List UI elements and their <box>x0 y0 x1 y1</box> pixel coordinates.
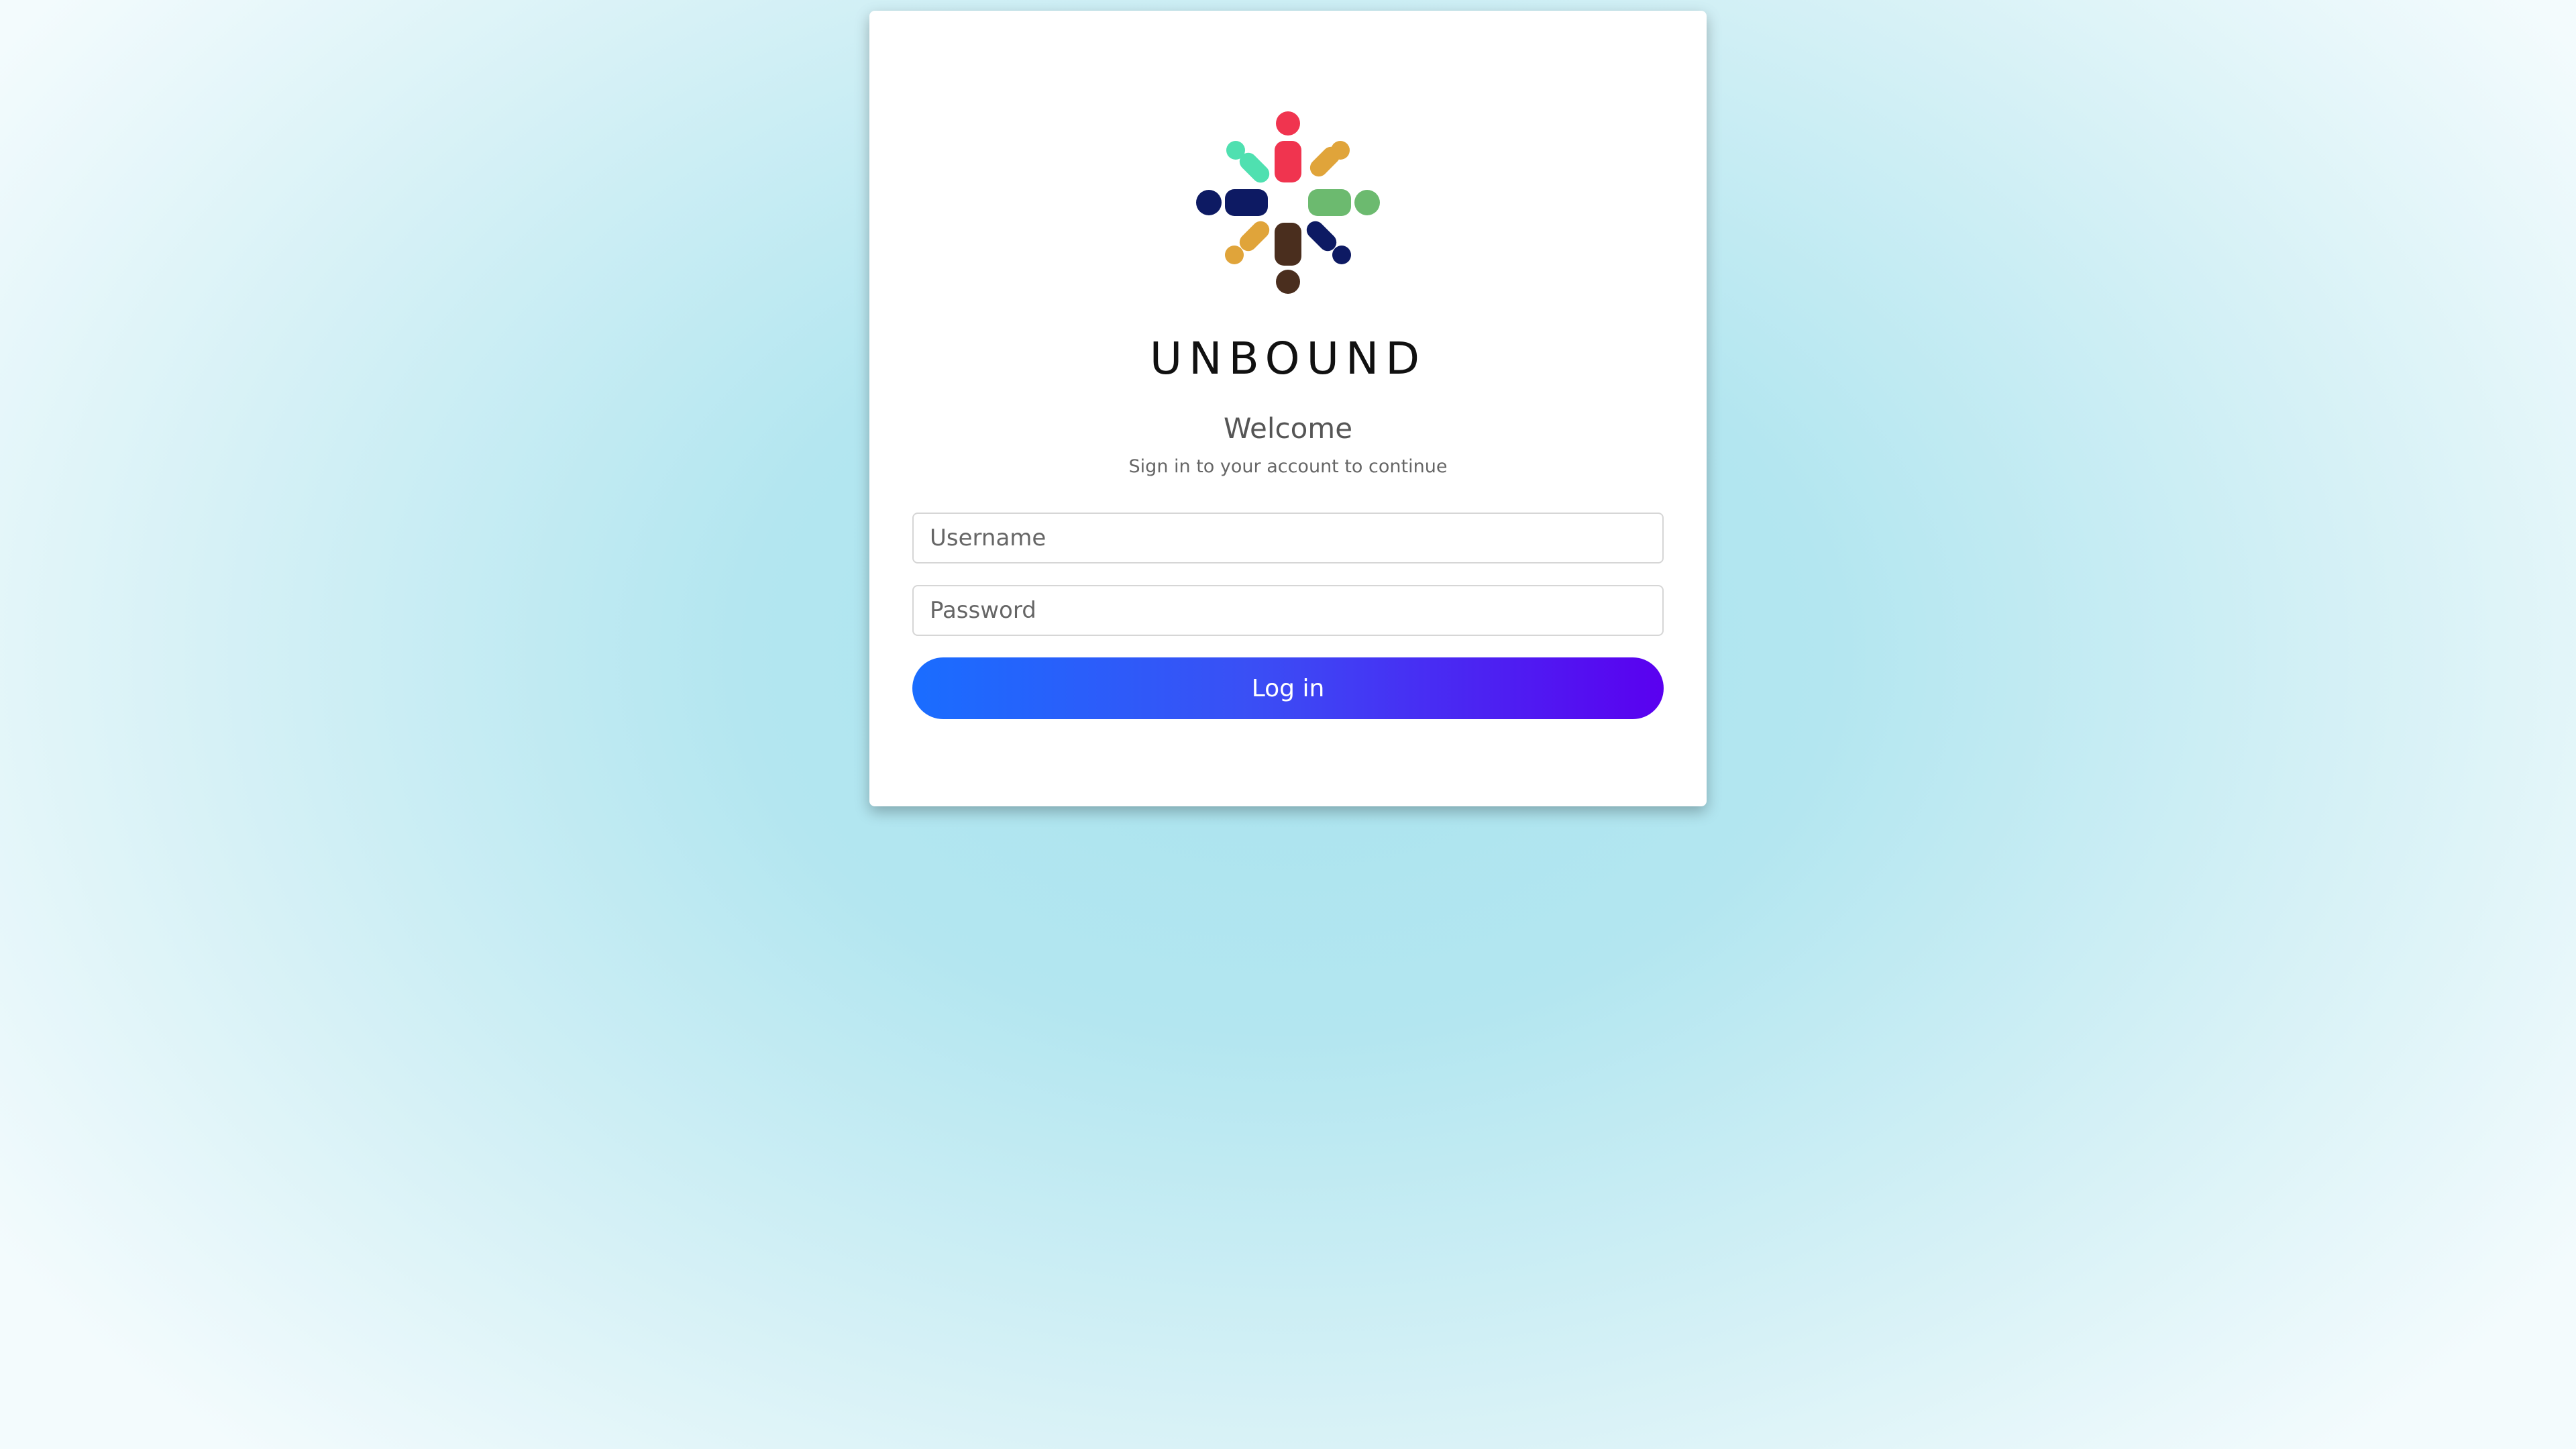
password-input[interactable] <box>912 585 1664 636</box>
login-card: UNBOUND Welcome Sign in to your account … <box>869 11 1707 806</box>
username-input[interactable] <box>912 513 1664 564</box>
unbound-logo-icon <box>1196 111 1380 294</box>
login-button[interactable]: Log in <box>912 657 1664 719</box>
signin-subtitle: Sign in to your account to continue <box>1128 456 1448 477</box>
welcome-heading: Welcome <box>1223 412 1353 445</box>
brand-name: UNBOUND <box>1149 333 1427 384</box>
